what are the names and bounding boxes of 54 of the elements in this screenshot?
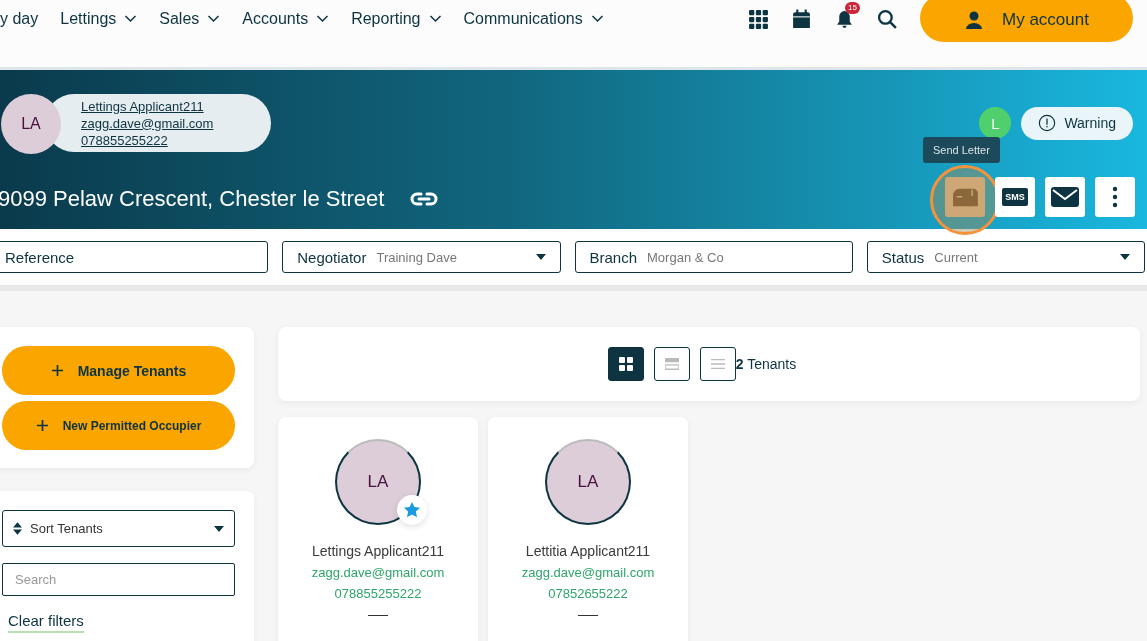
tenant-avatar: LA	[545, 439, 631, 525]
person-icon	[964, 9, 985, 30]
bell-icon[interactable]	[834, 9, 855, 30]
rows-icon	[664, 357, 679, 371]
tenant-avatar: LA	[335, 439, 421, 525]
sort-dropdown[interactable]: Sort Tenants	[2, 510, 235, 547]
nav-menu-item[interactable]: Lettings	[60, 10, 138, 28]
nav-menu-item[interactable]: y day	[0, 10, 39, 28]
my-account-button[interactable]: My account	[920, 0, 1133, 42]
add-button[interactable]: New Permitted Occupier	[2, 401, 235, 450]
more-icon	[1112, 186, 1118, 208]
contact-email-link[interactable]: zagg.dave@gmail.com	[81, 114, 214, 132]
user-avatar: L	[979, 107, 1012, 139]
tenant-count: 2 Tenants	[735, 356, 797, 372]
notification-badge: 15	[845, 2, 860, 14]
nav-menu-item[interactable]: Reporting	[351, 10, 442, 28]
star-icon	[403, 501, 421, 519]
nav-menu-item[interactable]: Sales	[159, 10, 221, 28]
more-button[interactable]	[1095, 177, 1135, 217]
apps-grid-icon[interactable]	[748, 9, 769, 30]
search-field[interactable]: Search	[2, 563, 235, 596]
clear-filters-link[interactable]: Clear filters	[8, 612, 84, 633]
filter-field[interactable]: Status Current	[866, 241, 1145, 273]
mailbox-icon	[950, 186, 980, 208]
list-icon	[710, 357, 725, 371]
caret-icon	[214, 525, 224, 532]
plus-icon	[50, 364, 64, 377]
link-icon[interactable]	[410, 191, 439, 207]
contact-name-link[interactable]: Lettings Applicant211	[81, 97, 214, 115]
warning-button[interactable]: Warning	[1021, 106, 1133, 140]
grid-icon	[618, 357, 633, 371]
sms-button[interactable]: SMS	[995, 177, 1035, 217]
add-button[interactable]: Manage Tenants	[2, 346, 235, 395]
list-view-button[interactable]	[699, 347, 736, 381]
tooltip: Send Letter	[923, 137, 1000, 163]
contact-phone-link[interactable]: 078855255222	[81, 131, 214, 149]
row-view-button[interactable]	[653, 347, 690, 381]
filter-field[interactable]: Reference	[0, 241, 269, 273]
warning-icon	[1038, 114, 1057, 132]
envelope-icon	[1050, 186, 1080, 208]
nav-menu-item[interactable]: Communications	[463, 10, 604, 28]
sms-bubble: SMS	[1002, 188, 1028, 206]
tenant-name: Lettings Applicant211	[311, 543, 445, 559]
tenant-name: Lettitia Applicant211	[525, 543, 651, 559]
plus-icon	[35, 419, 49, 432]
sort-icon	[13, 522, 22, 535]
search-icon[interactable]	[877, 9, 898, 30]
nav-menu-item[interactable]: Accounts	[242, 10, 330, 28]
calendar-icon[interactable]	[791, 9, 812, 30]
filter-field[interactable]: Branch Morgan & Co	[574, 241, 853, 273]
filter-field[interactable]: Negotiator Training Dave	[282, 241, 561, 273]
email-button[interactable]	[1045, 177, 1085, 217]
contact-avatar: LA	[1, 94, 61, 154]
grid-view-button[interactable]	[607, 347, 644, 381]
